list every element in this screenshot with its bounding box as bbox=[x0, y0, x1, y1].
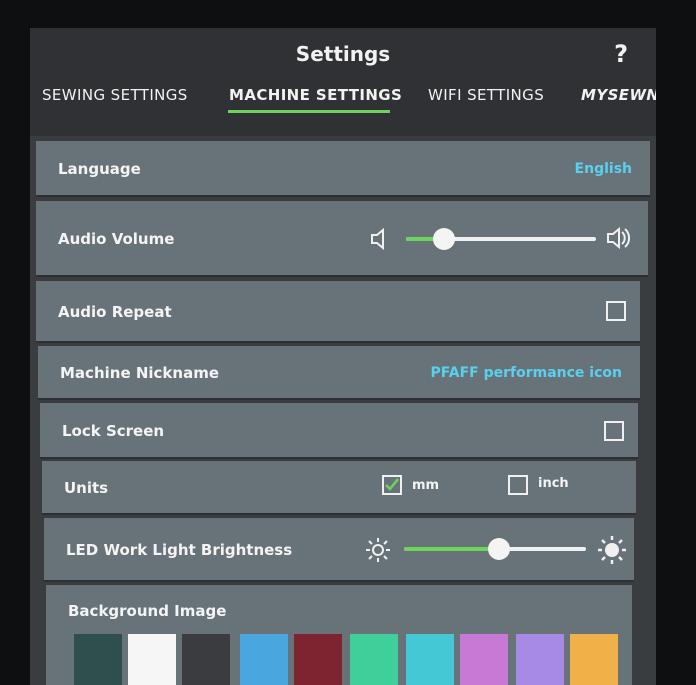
background-swatch[interactable] bbox=[350, 634, 398, 685]
language-label: Language bbox=[58, 160, 141, 178]
background-swatch[interactable] bbox=[406, 634, 454, 685]
audio-volume-row: Audio Volume bbox=[36, 201, 648, 277]
units-inch-checkbox[interactable] bbox=[508, 475, 528, 495]
machine-nickname-row[interactable]: Machine Nickname PFAFF performance icon bbox=[38, 346, 640, 400]
sun-high-icon bbox=[598, 536, 626, 564]
units-inch-label: inch bbox=[538, 476, 569, 491]
background-swatch[interactable] bbox=[460, 634, 508, 685]
led-brightness-fill bbox=[404, 547, 499, 551]
audio-volume-thumb[interactable] bbox=[433, 228, 455, 250]
background-swatch[interactable] bbox=[182, 634, 230, 685]
language-value[interactable]: English bbox=[575, 161, 632, 177]
background-image-label: Background Image bbox=[68, 602, 227, 620]
background-swatch[interactable] bbox=[516, 634, 564, 685]
units-label: Units bbox=[64, 479, 109, 497]
background-swatch[interactable] bbox=[240, 634, 288, 685]
led-brightness-label: LED Work Light Brightness bbox=[66, 541, 293, 559]
speaker-low-icon bbox=[370, 228, 390, 250]
audio-volume-label: Audio Volume bbox=[58, 230, 175, 248]
lock-screen-row: Lock Screen bbox=[40, 403, 638, 459]
tab-sewing-settings[interactable]: SEWING SETTINGS bbox=[42, 86, 188, 104]
sun-low-icon bbox=[366, 538, 390, 562]
units-mm-label: mm bbox=[412, 478, 440, 493]
units-row: Units mm inch bbox=[42, 461, 636, 515]
audio-repeat-checkbox[interactable] bbox=[606, 301, 626, 321]
page-title: Settings bbox=[295, 42, 391, 66]
background-swatch[interactable] bbox=[570, 634, 618, 685]
tab-wifi-settings[interactable]: WIFI SETTINGS bbox=[428, 86, 544, 104]
led-brightness-thumb[interactable] bbox=[487, 538, 510, 560]
machine-nickname-label: Machine Nickname bbox=[60, 364, 220, 382]
machine-nickname-value[interactable]: PFAFF performance icon bbox=[431, 365, 622, 381]
led-brightness-row: LED Work Light Brightness bbox=[44, 518, 634, 582]
tab-mysewnet[interactable]: MYSEWN bbox=[581, 86, 656, 104]
speaker-high-icon bbox=[606, 226, 634, 250]
units-mm-checkbox[interactable] bbox=[382, 475, 402, 495]
settings-screen: Settings ? SEWING SETTINGS MACHINE SETTI… bbox=[30, 28, 656, 685]
background-swatch[interactable] bbox=[74, 634, 122, 685]
help-button[interactable]: ? bbox=[614, 40, 628, 68]
background-swatch[interactable] bbox=[294, 634, 342, 685]
audio-repeat-label: Audio Repeat bbox=[58, 303, 172, 321]
header: Settings ? SEWING SETTINGS MACHINE SETTI… bbox=[30, 28, 656, 136]
background-swatch[interactable] bbox=[128, 634, 176, 685]
active-tab-indicator bbox=[228, 110, 390, 113]
tab-machine-settings[interactable]: MACHINE SETTINGS bbox=[229, 86, 402, 104]
language-row[interactable]: Language English bbox=[36, 141, 650, 197]
audio-repeat-row: Audio Repeat bbox=[36, 281, 640, 343]
lock-screen-label: Lock Screen bbox=[62, 422, 165, 440]
lock-screen-checkbox[interactable] bbox=[604, 421, 624, 441]
check-icon bbox=[385, 478, 399, 491]
